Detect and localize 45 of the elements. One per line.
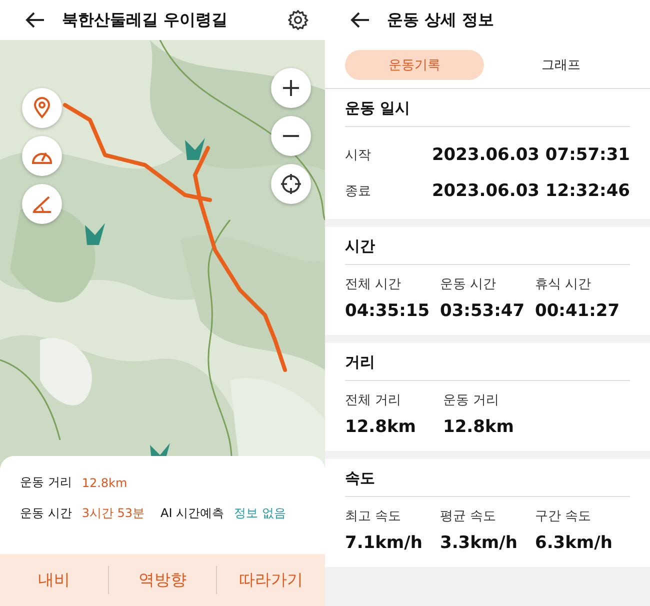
section-title: 운동 일시 (345, 98, 412, 119)
stat-label: 최고 속도 (345, 508, 402, 525)
stat-value: 12.8km (345, 417, 417, 437)
location-pin-icon (32, 97, 52, 119)
stat-value: 12.8km (443, 417, 515, 437)
summary-value: 3시간 53분 (82, 505, 145, 522)
tab[interactable]: 운동기록 (345, 50, 484, 80)
summary-label: AI 시간예측 (160, 505, 224, 522)
stat-value: 03:53:47 (440, 301, 526, 321)
back-arrow-icon[interactable] (349, 11, 371, 29)
summary-label: 운동 시간 (20, 505, 72, 522)
settings-icon[interactable] (287, 9, 309, 31)
tab[interactable]: 그래프 (492, 50, 630, 80)
stat-label: 평균 속도 (440, 508, 498, 525)
stat-value: 04:35:15 (345, 301, 431, 321)
stat-label: 구간 속도 (535, 508, 592, 525)
plus-icon (282, 79, 300, 97)
route-title: 북한산둘레길 우이령길 (62, 10, 229, 30)
stat-label: 운동 거리 (443, 392, 500, 409)
stat-label: 휴식 시간 (535, 276, 592, 293)
slope-icon (31, 194, 53, 214)
stat-value: 7.1km/h (345, 533, 424, 553)
action-button[interactable]: 역방향 (108, 560, 216, 600)
stat-value: 2023.06.03 12:32:46 (432, 181, 630, 201)
stat-label: 운동 시간 (440, 276, 498, 293)
minus-icon (282, 134, 300, 138)
stat-value: 00:41:27 (535, 301, 621, 321)
section-title: 속도 (345, 468, 376, 489)
stat-label: 종료 (345, 183, 371, 200)
section-title: 거리 (345, 352, 376, 373)
stat-label: 전체 거리 (345, 392, 402, 409)
section-title: 시간 (345, 236, 376, 257)
stat-value: 6.3km/h (535, 533, 614, 553)
action-button[interactable]: 따라가기 (217, 560, 326, 600)
summary-value: 정보 없음 (234, 505, 286, 522)
crosshair-icon (280, 173, 302, 195)
summary-value: 12.8km (82, 476, 128, 490)
stat-label: 시작 (345, 147, 371, 164)
stat-value: 3.3km/h (440, 533, 518, 553)
action-button[interactable]: 내비 (0, 560, 108, 600)
back-arrow-icon[interactable] (24, 11, 46, 29)
summary-label: 운동 거리 (20, 474, 72, 491)
stat-value: 2023.06.03 07:57:31 (432, 145, 630, 165)
screen-title: 운동 상세 정보 (387, 10, 496, 30)
stat-label: 전체 시간 (345, 276, 402, 293)
